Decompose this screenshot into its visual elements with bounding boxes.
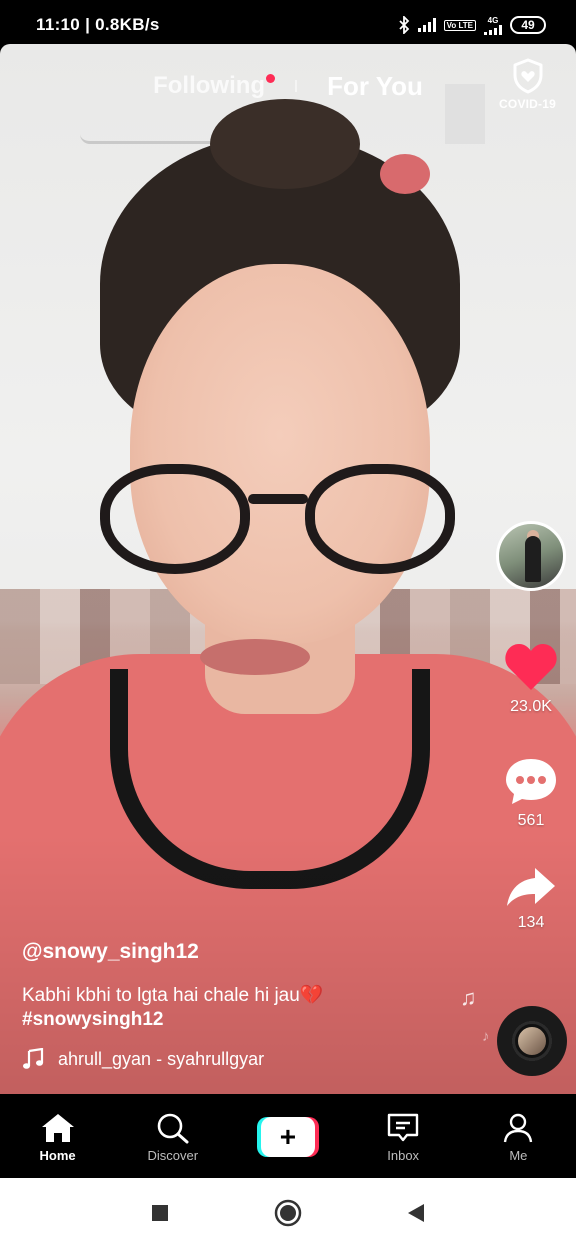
recents-button[interactable] [140, 1193, 180, 1233]
tab-following[interactable]: Following [153, 72, 276, 100]
share-button[interactable]: 134 [496, 866, 566, 932]
nav-home[interactable]: Home [13, 1112, 103, 1163]
plus-icon: + [260, 1117, 315, 1157]
tab-for-you[interactable]: For You [327, 71, 423, 102]
circle-icon [274, 1199, 302, 1227]
post-description: Kabhi kbhi to lgta hai chale hi jau💔 [22, 985, 324, 1006]
home-icon [41, 1113, 74, 1142]
covid-button[interactable]: COVID-19 [499, 58, 556, 111]
post-caption: @snowy_singh12 Kabhi kbhi to lgta hai ch… [22, 940, 462, 1031]
creator-username[interactable]: @snowy_singh12 [22, 940, 462, 964]
battery-level: 49 [521, 18, 535, 32]
person-face [130, 264, 430, 644]
status-icons: Vo LTE 4G 49 [398, 16, 546, 35]
system-nav-bar [0, 1178, 576, 1248]
profile-icon [504, 1113, 533, 1142]
status-time-speed: 11:10 | 0.8KB/s [36, 15, 160, 34]
like-button[interactable]: 23.0K [496, 642, 566, 716]
comment-bubble-icon [506, 759, 556, 804]
nav-discover-label: Discover [147, 1147, 199, 1163]
nav-inbox-label: Inbox [387, 1147, 420, 1163]
notification-dot [266, 74, 276, 83]
create-button[interactable]: + [256, 1117, 319, 1157]
battery-icon: 49 [510, 16, 546, 34]
share-count: 134 [517, 914, 545, 931]
square-icon [152, 1205, 168, 1221]
person-glasses [90, 464, 470, 574]
heart-icon [505, 644, 557, 690]
hair-scrunchie [380, 154, 430, 194]
bottom-nav: Home Discover + Inbox Me [0, 1094, 576, 1178]
inbox-icon [387, 1113, 419, 1141]
music-note-icon [23, 1048, 44, 1069]
music-info[interactable]: ahrull_gyan - syahrullgyar [22, 1048, 322, 1070]
creator-avatar[interactable] [496, 521, 566, 591]
music-title: ahrull_gyan - syahrullgyar [58, 1048, 265, 1069]
like-count: 23.0K [510, 698, 552, 715]
person-hair-bun [210, 99, 360, 189]
video-player[interactable] [0, 44, 576, 1094]
home-system-button[interactable] [268, 1193, 308, 1233]
comment-button[interactable]: 561 [496, 756, 566, 830]
nav-discover[interactable]: Discover [128, 1112, 218, 1163]
share-arrow-icon [507, 868, 555, 906]
search-icon [157, 1113, 189, 1143]
floating-note-icon: ♫ [460, 985, 477, 1010]
music-disc-cover [515, 1024, 549, 1058]
post-hashtag[interactable]: #snowysingh12 [22, 1009, 462, 1031]
tab-following-label: Following [153, 72, 266, 99]
signal-icon [417, 18, 436, 32]
shield-heart-icon [513, 58, 543, 94]
nav-me-label: Me [509, 1147, 528, 1163]
tab-separator [295, 80, 298, 92]
nav-home-label: Home [39, 1147, 76, 1163]
network-type: 4G [487, 15, 499, 25]
back-triangle-icon [408, 1204, 424, 1222]
covid-label: COVID-19 [499, 97, 556, 111]
comment-count: 561 [517, 812, 545, 829]
status-bar: 11:10 | 0.8KB/s Vo LTE 4G 49 [0, 0, 576, 50]
feed-tabs: Following For You [0, 64, 576, 108]
nav-inbox[interactable]: Inbox [358, 1112, 448, 1163]
bluetooth-icon [398, 16, 409, 34]
signal-icon-2 [484, 24, 502, 35]
nav-create[interactable]: + [243, 1117, 333, 1157]
music-disc[interactable] [497, 1006, 567, 1076]
volte-badge: Vo LTE [443, 19, 476, 31]
nav-me[interactable]: Me [473, 1112, 563, 1163]
floating-note-icon-small: ♪ [482, 1028, 490, 1045]
back-button[interactable] [396, 1193, 436, 1233]
